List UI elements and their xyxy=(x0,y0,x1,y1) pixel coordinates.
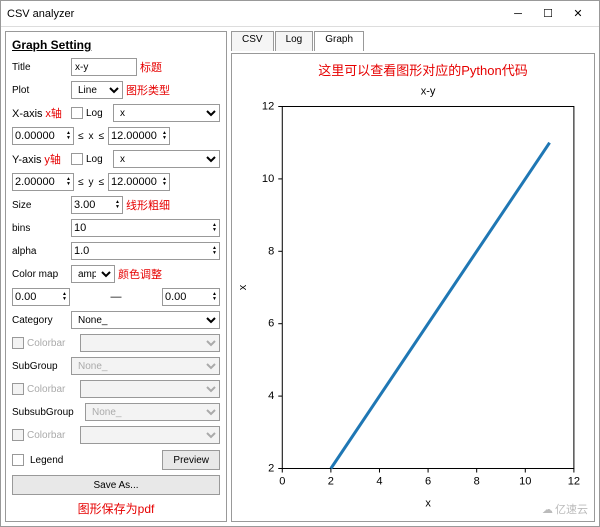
colorbar1-label: Colorbar xyxy=(27,338,77,349)
dash: — xyxy=(73,291,159,303)
size-spinner[interactable]: 3.00▲▼ xyxy=(71,196,123,214)
cmap-min-spinner[interactable]: 0.00▲▼ xyxy=(12,288,70,306)
anno-cmap: 颜色调整 xyxy=(118,266,162,282)
colorbar1-checkbox xyxy=(12,337,24,349)
svg-text:8: 8 xyxy=(474,476,480,488)
titlebar: CSV analyzer ─ ☐ ✕ xyxy=(1,1,599,27)
yaxis-select[interactable]: x xyxy=(113,150,220,168)
tab-csv[interactable]: CSV xyxy=(231,31,274,51)
svg-text:x-y: x-y xyxy=(421,85,436,97)
subsubgroup-label: SubsubGroup xyxy=(12,407,82,418)
svg-text:8: 8 xyxy=(268,245,274,257)
subsubgroup-select: None_ xyxy=(85,403,220,421)
tab-log[interactable]: Log xyxy=(275,31,314,51)
xaxis-select[interactable]: x xyxy=(113,104,220,122)
colorbar3-select xyxy=(80,426,220,444)
minimize-button[interactable]: ─ xyxy=(503,4,533,24)
colorbar3-checkbox xyxy=(12,429,24,441)
alpha-spinner[interactable]: 1.0▲▼ xyxy=(71,242,220,260)
xlog-label: Log xyxy=(86,108,110,119)
cmap-select[interactable]: amp xyxy=(71,265,115,283)
title-label: Title xyxy=(12,62,68,73)
bins-spinner[interactable]: 10▲▼ xyxy=(71,219,220,237)
alpha-label: alpha xyxy=(12,246,68,257)
cmap-max-spinner[interactable]: 0.00▲▼ xyxy=(162,288,220,306)
close-button[interactable]: ✕ xyxy=(563,4,593,24)
preview-button[interactable]: Preview xyxy=(162,450,220,470)
cloud-icon: ☁ xyxy=(542,503,553,516)
settings-panel: Graph Setting Title 标题 Plot Line 图形类型 X-… xyxy=(5,31,227,522)
anno-title: 标题 xyxy=(140,59,162,75)
legend-checkbox[interactable] xyxy=(12,454,24,466)
plot-select[interactable]: Line xyxy=(71,81,123,99)
right-panel: CSV Log Graph 这里可以查看图形对应的Python代码 x-y024… xyxy=(231,31,595,522)
colorbar2-label: Colorbar xyxy=(27,384,77,395)
svg-text:x: x xyxy=(425,498,431,510)
xaxis-label: X-axis x轴 xyxy=(12,105,68,121)
tab-graph[interactable]: Graph xyxy=(314,31,364,51)
svg-text:10: 10 xyxy=(262,173,274,185)
svg-text:10: 10 xyxy=(519,476,531,488)
colorbar2-checkbox xyxy=(12,383,24,395)
subgroup-label: SubGroup xyxy=(12,361,68,372)
anno-saveas: 图形保存为pdf xyxy=(12,500,220,517)
window-title: CSV analyzer xyxy=(7,8,503,20)
anno-plot: 图形类型 xyxy=(126,82,170,98)
watermark: ☁ 亿速云 xyxy=(542,501,588,517)
legend-label: Legend xyxy=(27,455,159,466)
ylog-checkbox[interactable] xyxy=(71,153,83,165)
saveas-button[interactable]: Save As... xyxy=(12,475,220,495)
subgroup-select: None_ xyxy=(71,357,220,375)
colorbar1-select xyxy=(80,334,220,352)
panel-heading: Graph Setting xyxy=(12,38,220,52)
svg-text:4: 4 xyxy=(376,476,382,488)
svg-text:6: 6 xyxy=(425,476,431,488)
category-select[interactable]: None_ xyxy=(71,311,220,329)
ymax-spinner[interactable]: 12.00000▲▼ xyxy=(108,173,170,191)
title-input[interactable] xyxy=(71,58,137,76)
maximize-button[interactable]: ☐ xyxy=(533,4,563,24)
size-label: Size xyxy=(12,200,68,211)
svg-text:12: 12 xyxy=(262,101,274,113)
yaxis-label: Y-axis y轴 xyxy=(12,151,68,167)
chart-svg: x-y02468101224681012xx xyxy=(232,54,594,521)
xlog-checkbox[interactable] xyxy=(71,107,83,119)
svg-text:2: 2 xyxy=(328,476,334,488)
colorbar3-label: Colorbar xyxy=(27,430,77,441)
plot-label: Plot xyxy=(12,85,68,96)
ylog-label: Log xyxy=(86,154,110,165)
chart-container: 这里可以查看图形对应的Python代码 x-y02468101224681012… xyxy=(231,53,595,522)
category-label: Category xyxy=(12,315,68,326)
svg-text:2: 2 xyxy=(268,463,274,475)
cmap-label: Color map xyxy=(12,269,68,280)
svg-text:4: 4 xyxy=(268,390,274,402)
app-window: CSV analyzer ─ ☐ ✕ Graph Setting Title 标… xyxy=(0,0,600,527)
xmin-spinner[interactable]: 0.00000▲▼ xyxy=(12,127,74,145)
svg-text:12: 12 xyxy=(568,476,580,488)
svg-text:6: 6 xyxy=(268,318,274,330)
bins-label: bins xyxy=(12,223,68,234)
anno-size: 线形粗细 xyxy=(126,197,170,213)
ymin-spinner[interactable]: 2.00000▲▼ xyxy=(12,173,74,191)
svg-text:x: x xyxy=(237,284,249,290)
tabs: CSV Log Graph xyxy=(231,31,595,51)
svg-text:0: 0 xyxy=(279,476,285,488)
xmax-spinner[interactable]: 12.00000▲▼ xyxy=(108,127,170,145)
colorbar2-select xyxy=(80,380,220,398)
